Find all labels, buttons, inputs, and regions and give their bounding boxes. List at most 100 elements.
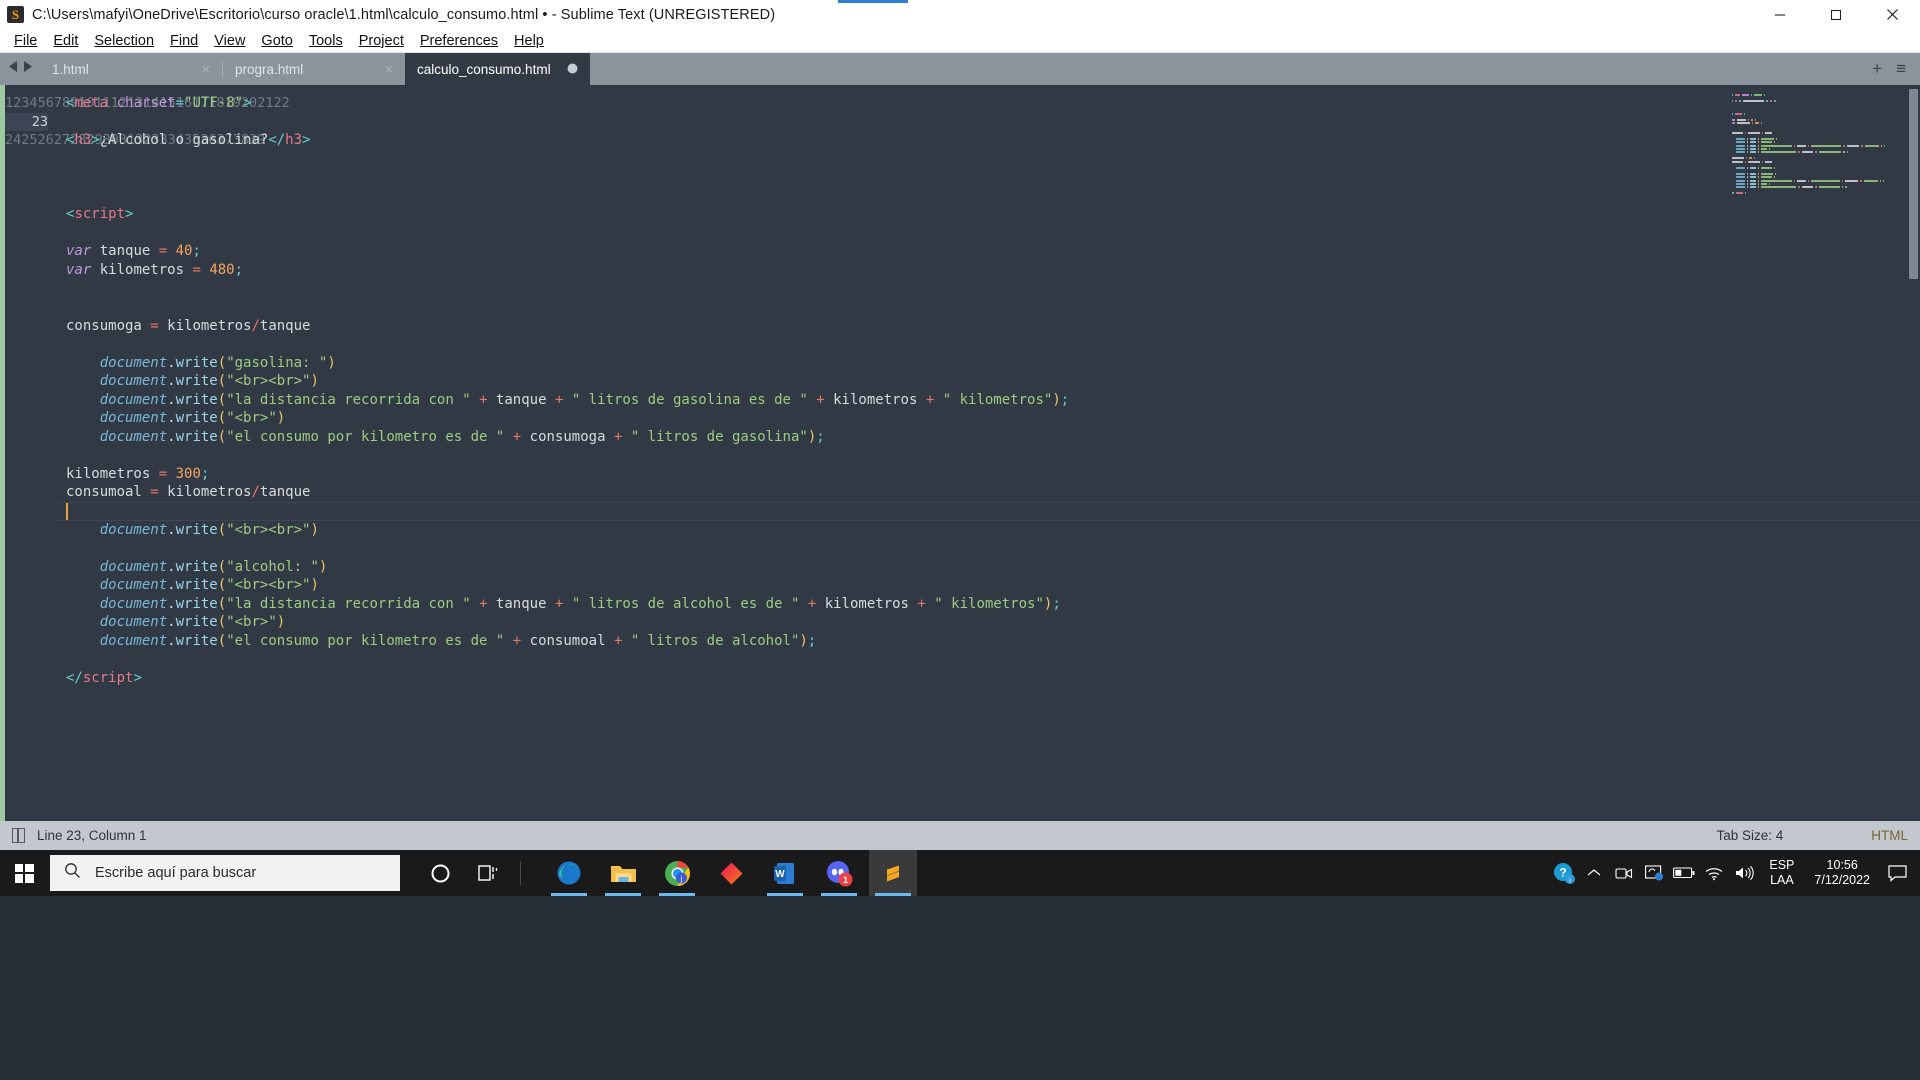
close-icon[interactable]: ×: [201, 61, 210, 78]
menu-item-project[interactable]: Project: [351, 33, 412, 49]
code-line[interactable]: [66, 168, 1920, 187]
code-line[interactable]: <meta charset="UTF-8">: [66, 94, 1920, 113]
code-line[interactable]: [66, 298, 1920, 317]
start-button[interactable]: [0, 850, 48, 896]
token-str: " litros de alcohol": [630, 632, 800, 649]
code-line[interactable]: [66, 706, 1920, 725]
show-hidden-icons-icon[interactable]: [1579, 850, 1609, 896]
code-line[interactable]: [66, 539, 1920, 558]
token-fn: write: [175, 428, 218, 445]
code-line[interactable]: [66, 780, 1920, 799]
code-line[interactable]: consumoga = kilometros/tanque: [66, 317, 1920, 336]
code-line[interactable]: document.write("el consumo por kilometro…: [66, 428, 1920, 447]
code-line[interactable]: [66, 150, 1920, 169]
onedrive-sync-icon[interactable]: [1639, 850, 1669, 896]
code-line[interactable]: [66, 224, 1920, 243]
menu-item-tools[interactable]: Tools: [301, 33, 351, 49]
code-line[interactable]: [66, 743, 1920, 762]
search-box[interactable]: Escribe aquí para buscar: [50, 855, 400, 891]
tab-progra-html[interactable]: progra.html ×: [223, 53, 405, 85]
camera-icon[interactable]: [1609, 850, 1639, 896]
code-editor[interactable]: 12345678910111213141516171819202122 23 242…: [0, 85, 1920, 821]
code-line[interactable]: [66, 650, 1920, 669]
sidebar-toggle-icon[interactable]: [12, 828, 25, 843]
code-line[interactable]: document.write("el consumo por kilometro…: [66, 632, 1920, 651]
token-punc: ;: [807, 632, 817, 649]
menu-item-goto[interactable]: Goto: [253, 33, 300, 49]
code-line[interactable]: consumoal = kilometros/tanque: [66, 483, 1920, 502]
code-line[interactable]: var kilometros = 480;: [66, 261, 1920, 280]
tab-size-label[interactable]: Tab Size: 4: [1716, 828, 1783, 843]
token-str: "UTF-8": [184, 95, 244, 111]
syntax-mode-label[interactable]: HTML: [1871, 828, 1908, 843]
taskbar: Escribe aquí para buscar j W 1 ? i ESP L…: [0, 850, 1920, 896]
vertical-scrollbar[interactable]: [1909, 89, 1918, 279]
code-line[interactable]: kilometros = 300;: [66, 465, 1920, 484]
menu-item-help-label: Help: [514, 32, 544, 49]
code-line[interactable]: [66, 799, 1920, 818]
tab-navigation[interactable]: [0, 53, 40, 85]
search-input[interactable]: Escribe aquí para buscar: [95, 865, 256, 881]
code-line[interactable]: document.write("<br>"): [66, 613, 1920, 632]
minimize-button[interactable]: [1752, 0, 1808, 29]
taskbar-app-microsoft-word[interactable]: W: [761, 850, 809, 896]
cursor-position-label[interactable]: Line 23, Column 1: [37, 828, 147, 843]
menu-item-selection[interactable]: Selection: [86, 33, 162, 49]
code-line[interactable]: document.write("la distancia recorrida c…: [66, 595, 1920, 614]
code-line[interactable]: document.write("<br><br>"): [66, 372, 1920, 391]
code-line[interactable]: document.write("alcohol: "): [66, 558, 1920, 577]
action-center-button[interactable]: [1880, 850, 1914, 896]
code-line[interactable]: <script>: [66, 205, 1920, 224]
code-line[interactable]: [66, 113, 1920, 132]
taskbar-app-sublime-text[interactable]: [869, 850, 917, 896]
new-tab-button[interactable]: +: [1872, 59, 1882, 79]
code-line[interactable]: [66, 725, 1920, 744]
token-plain: .: [167, 410, 176, 427]
menu-item-view[interactable]: View: [206, 33, 253, 49]
code-line[interactable]: [66, 688, 1920, 707]
code-line[interactable]: [66, 279, 1920, 298]
tab-calculo-consumo-html[interactable]: calculo_consumo.html: [405, 53, 590, 85]
volume-icon[interactable]: [1729, 850, 1759, 896]
task-view-button[interactable]: [464, 850, 512, 896]
unsaved-changes-dot-icon[interactable]: [567, 62, 578, 77]
chevron-left-icon[interactable]: [8, 60, 19, 78]
taskbar-app-adobe-xd[interactable]: [707, 850, 755, 896]
tab-1-html[interactable]: 1.html ×: [40, 53, 222, 85]
help-icon[interactable]: ? i: [1549, 850, 1579, 896]
menu-item-find[interactable]: Find: [162, 33, 206, 49]
code-line[interactable]: [66, 762, 1920, 781]
close-button[interactable]: [1864, 0, 1920, 29]
menu-item-file[interactable]: File: [6, 33, 45, 49]
code-line[interactable]: </script>: [66, 669, 1920, 688]
wifi-icon[interactable]: [1699, 850, 1729, 896]
code-line[interactable]: document.write("gasolina: "): [66, 354, 1920, 373]
code-line[interactable]: [66, 446, 1920, 465]
taskbar-app-discord[interactable]: 1: [815, 850, 863, 896]
close-icon[interactable]: ×: [384, 61, 393, 78]
chevron-right-icon[interactable]: [22, 60, 33, 78]
menu-item-edit[interactable]: Edit: [45, 33, 86, 49]
code-line[interactable]: document.write("la distancia recorrida c…: [66, 391, 1920, 410]
taskbar-app-google-chrome[interactable]: j: [653, 850, 701, 896]
taskbar-app-file-explorer[interactable]: [599, 850, 647, 896]
clock[interactable]: 10:56 7/12/2022: [1804, 858, 1880, 888]
code-content[interactable]: <meta charset="UTF-8"> <h3>¿Alcohol o ga…: [57, 85, 1920, 821]
code-line[interactable]: [57, 502, 1920, 521]
svg-text:j: j: [679, 874, 682, 883]
code-line[interactable]: <h3>¿Alcohol o gasolina?</h3>: [66, 131, 1920, 150]
battery-icon[interactable]: [1669, 850, 1699, 896]
language-indicator[interactable]: ESP LAA: [1759, 858, 1804, 888]
taskbar-app-microsoft-edge[interactable]: [545, 850, 593, 896]
menu-item-help[interactable]: Help: [506, 33, 552, 49]
code-line[interactable]: document.write("<br><br>"): [66, 576, 1920, 595]
maximize-button[interactable]: [1808, 0, 1864, 29]
code-line[interactable]: var tanque = 40;: [66, 242, 1920, 261]
code-line[interactable]: [66, 187, 1920, 206]
code-line[interactable]: document.write("<br>"): [66, 409, 1920, 428]
menu-item-preferences[interactable]: Preferences: [412, 33, 506, 49]
code-line[interactable]: [66, 335, 1920, 354]
tab-menu-button[interactable]: ≡: [1896, 59, 1906, 79]
cortana-button[interactable]: [416, 850, 464, 896]
code-line[interactable]: document.write("<br><br>"): [66, 521, 1920, 540]
